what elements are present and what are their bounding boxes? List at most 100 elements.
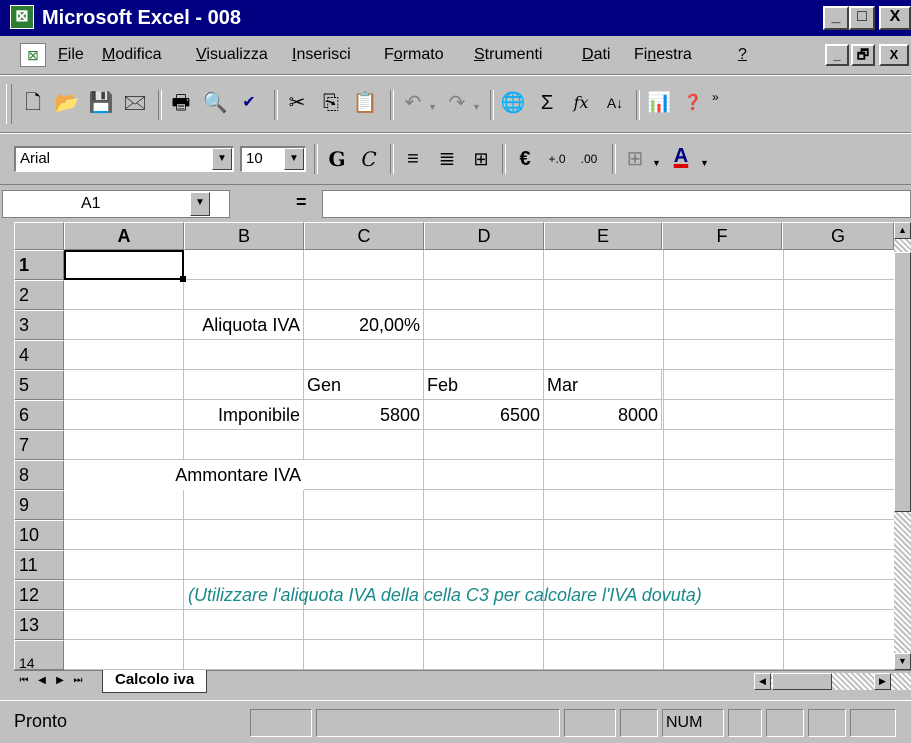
function-icon[interactable]: fx [566, 88, 596, 118]
save-icon[interactable]: 💾 [86, 88, 116, 118]
hyperlink-icon[interactable]: 🌐 [498, 88, 528, 118]
vertical-scrollbar[interactable]: ▲ ▼ [894, 222, 911, 670]
redo-icon[interactable]: ↷ [442, 88, 472, 118]
doc-close-button[interactable]: X [879, 44, 909, 66]
cell-e6[interactable]: 8000 [544, 400, 662, 430]
font-name-dropdown-icon[interactable]: ▼ [212, 148, 232, 170]
formula-input[interactable] [322, 190, 911, 218]
menu-dati[interactable]: Dati [582, 45, 610, 65]
row-header-11[interactable]: 11 [14, 550, 64, 580]
menu-inserisci[interactable]: Inserisci [292, 45, 351, 65]
copy-icon[interactable]: ⎘ [316, 88, 346, 118]
column-header-e[interactable]: E [544, 222, 662, 250]
menu-formato[interactable]: Formato [384, 45, 444, 65]
borders-dropdown-icon[interactable]: ▼ [652, 158, 661, 168]
row-header-3[interactable]: 3 [14, 310, 64, 340]
font-name-combo[interactable]: Arial [14, 146, 234, 172]
new-icon[interactable]: 🗋 [18, 88, 48, 118]
row-header-4[interactable]: 4 [14, 340, 64, 370]
scroll-down-icon[interactable]: ▼ [894, 653, 911, 670]
column-header-a[interactable]: A [64, 222, 184, 250]
row-header-8[interactable]: 8 [14, 460, 64, 490]
cell-b3[interactable]: Aliquota IVA [184, 310, 304, 340]
menu-modifica[interactable]: Modifica [102, 45, 162, 65]
scroll-right-icon[interactable]: ▶ [874, 673, 891, 690]
redo-dropdown-icon[interactable]: ▼ [472, 102, 481, 112]
row-header-14[interactable]: 14 [14, 640, 64, 670]
row-header-13[interactable]: 13 [14, 610, 64, 640]
cell-c3[interactable]: 20,00% [304, 310, 424, 340]
chart-wizard-icon[interactable]: 📊 [644, 88, 674, 118]
doc-minimize-button[interactable]: _ [825, 44, 849, 66]
row-header-2[interactable]: 2 [14, 280, 64, 310]
hscroll-thumb[interactable] [772, 673, 832, 690]
cell-b12-note[interactable]: (Utilizzare l'aliquota IVA della cella C… [188, 580, 702, 610]
row-header-6[interactable]: 6 [14, 400, 64, 430]
select-all-corner[interactable] [14, 222, 64, 250]
cell-e5[interactable]: Mar [544, 370, 662, 400]
row-header-10[interactable]: 10 [14, 520, 64, 550]
cell-b8[interactable]: Ammontare IVA [64, 460, 304, 490]
minimize-button[interactable]: _ [823, 6, 849, 30]
maximize-button[interactable]: □ [849, 6, 875, 30]
toolbar-more-icon[interactable]: » [712, 90, 719, 104]
increase-decimal-icon[interactable]: +.0 [542, 144, 572, 174]
row-header-9[interactable]: 9 [14, 490, 64, 520]
cell-b6[interactable]: Imponibile [184, 400, 304, 430]
open-icon[interactable]: 📂 [52, 88, 82, 118]
last-sheet-icon[interactable]: ⏭ [70, 673, 86, 689]
toolbar-grip[interactable] [6, 84, 12, 124]
borders-icon[interactable]: ⊞ [620, 144, 650, 174]
euro-button[interactable]: € [510, 144, 540, 174]
print-icon[interactable]: 🖶 [166, 88, 196, 118]
menu-visualizza[interactable]: Visualizza [196, 45, 268, 65]
merge-center-icon[interactable]: ⊞ [466, 144, 496, 174]
align-right-icon[interactable]: ≣ [432, 144, 462, 174]
sort-ascending-icon[interactable]: A↓ [600, 88, 630, 118]
font-size-dropdown-icon[interactable]: ▼ [284, 148, 304, 170]
close-button[interactable]: X [879, 6, 911, 30]
autosum-icon[interactable]: Σ [532, 88, 562, 118]
excel-icon[interactable]: ⊠ [10, 5, 34, 29]
help-icon[interactable]: ❓ [678, 88, 708, 118]
italic-button[interactable]: C [354, 144, 384, 174]
column-header-f[interactable]: F [662, 222, 782, 250]
bold-button[interactable]: G [322, 144, 352, 174]
next-sheet-icon[interactable]: ▶ [52, 673, 68, 689]
cell-d5[interactable]: Feb [424, 370, 544, 400]
menu-help[interactable]: ? [738, 45, 747, 65]
workbook-icon[interactable]: ⊠ [20, 43, 46, 67]
first-sheet-icon[interactable]: ⏮ [16, 673, 32, 689]
menu-finestra[interactable]: Finestra [634, 45, 692, 65]
undo-dropdown-icon[interactable]: ▼ [428, 102, 437, 112]
cell-d6[interactable]: 6500 [424, 400, 544, 430]
cut-icon[interactable]: ✂ [282, 88, 312, 118]
doc-restore-button[interactable]: 🗗 [851, 44, 875, 66]
menu-strumenti[interactable]: Strumenti [474, 45, 542, 65]
decrease-decimal-icon[interactable]: .00 [574, 144, 604, 174]
print-preview-icon[interactable]: 🔍 [200, 88, 230, 118]
column-header-b[interactable]: B [184, 222, 304, 250]
cell-c6[interactable]: 5800 [304, 400, 424, 430]
row-header-7[interactable]: 7 [14, 430, 64, 460]
spelling-icon[interactable]: ✔ [234, 88, 264, 118]
font-color-dropdown-icon[interactable]: ▼ [700, 158, 709, 168]
row-header-1[interactable]: 1 [14, 250, 64, 280]
column-header-g[interactable]: G [782, 222, 894, 250]
row-header-12[interactable]: 12 [14, 580, 64, 610]
column-header-c[interactable]: C [304, 222, 424, 250]
scroll-left-icon[interactable]: ◀ [754, 673, 771, 690]
sheet-tab-calcolo-iva[interactable]: Calcolo iva [102, 670, 208, 693]
align-center-icon[interactable]: ≡ [398, 144, 428, 174]
paste-icon[interactable]: 📋 [350, 88, 380, 118]
scroll-thumb[interactable] [894, 252, 911, 512]
undo-icon[interactable]: ↶ [398, 88, 428, 118]
fill-handle[interactable] [180, 276, 186, 282]
equals-button[interactable]: = [296, 192, 307, 213]
prev-sheet-icon[interactable]: ◀ [34, 673, 50, 689]
active-cell-a1[interactable] [64, 250, 184, 280]
cell-c5[interactable]: Gen [304, 370, 424, 400]
font-color-button[interactable]: A [666, 142, 696, 172]
email-icon[interactable]: 🖂 [120, 88, 150, 118]
column-header-d[interactable]: D [424, 222, 544, 250]
